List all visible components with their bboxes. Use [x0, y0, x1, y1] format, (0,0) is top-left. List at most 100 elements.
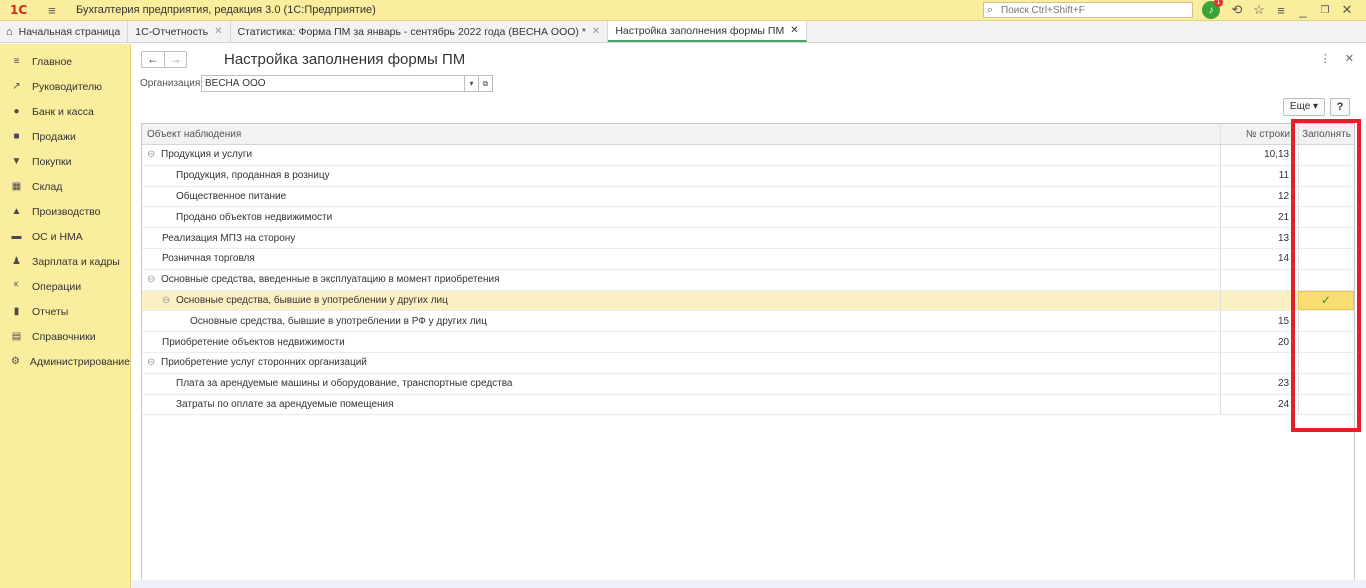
sidebar-item-label: Продажи: [32, 130, 76, 143]
organization-value[interactable]: ВЕСНА ООО: [202, 78, 464, 89]
tab-home[interactable]: ⌂ Начальная страница: [0, 21, 129, 42]
settings-menu-icon[interactable]: ≡: [1270, 3, 1292, 18]
object-cell: ⊖ Основные средства, введенные в эксплуат…: [142, 270, 1220, 290]
tab-pm-fill-settings[interactable]: Настройка заполнения формы ПМ ✕: [608, 21, 807, 42]
object-name: Основные средства, бывшие в употреблении…: [176, 294, 448, 306]
section-icon: ▬: [11, 231, 22, 242]
fill-checkbox-cell[interactable]: [1298, 311, 1354, 332]
table-row[interactable]: Плата за арендуемые машины и оборудовани…: [142, 373, 1354, 395]
table-row[interactable]: ⊖ Основные средства, введенные в эксплуат…: [142, 269, 1354, 291]
table-row[interactable]: Основные средства, бывшие в употреблении…: [142, 311, 1354, 333]
table-row[interactable]: ⊖ Приобретение услуг сторонних организаци…: [142, 352, 1354, 374]
sidebar-item[interactable]: ↗ Руководителю: [0, 74, 130, 99]
sidebar-item[interactable]: ♟ Зарплата и кадры: [0, 249, 130, 274]
sidebar-item[interactable]: ● Банк и касса: [0, 99, 130, 124]
object-cell: ⊖ Приобретение услуг сторонних организаци…: [142, 353, 1220, 373]
sidebar-item-label: ОС и НМА: [32, 230, 83, 243]
section-icon: ●: [13, 106, 20, 117]
tab-bar: ⌂ Начальная страница 1С-Отчетность ✕ Ста…: [0, 21, 1366, 43]
forward-arrow-icon[interactable]: →: [164, 52, 186, 67]
more-button[interactable]: Еще ▾: [1283, 98, 1325, 116]
collapse-toggle-icon[interactable]: ⊖: [162, 295, 171, 306]
table-row[interactable]: Розничная торговля 14: [142, 248, 1354, 270]
more-vertical-icon[interactable]: ⋮: [1320, 52, 1331, 65]
sidebar-item[interactable]: ▲ Производство: [0, 199, 130, 224]
table-row[interactable]: Продукция, проданная в розницу 11: [142, 165, 1354, 187]
fill-checkbox-cell[interactable]: [1298, 165, 1354, 186]
table-row[interactable]: ⊖ Продукция и услуги 10,13: [142, 145, 1354, 166]
fill-checkbox-cell[interactable]: [1298, 228, 1354, 248]
fill-checkbox-cell[interactable]: [1298, 373, 1354, 394]
object-cell: Продано объектов недвижимости: [142, 207, 1220, 227]
close-tab-icon[interactable]: ✕: [592, 26, 600, 37]
close-tab-icon[interactable]: ✕: [214, 26, 222, 37]
fill-checkbox-cell[interactable]: [1298, 186, 1354, 207]
notifications-icon[interactable]: ♪ 1: [1202, 0, 1223, 19]
close-form-icon[interactable]: ✕: [1345, 52, 1354, 65]
search-input[interactable]: [1001, 4, 1181, 16]
minimize-icon[interactable]: _: [1292, 3, 1314, 18]
table-row[interactable]: Продано объектов недвижимости 21: [142, 207, 1354, 229]
collapse-toggle-icon[interactable]: ⊖: [147, 357, 156, 368]
favorites-star-icon[interactable]: ☆: [1248, 2, 1270, 18]
fill-checkbox-cell[interactable]: [1298, 332, 1354, 352]
fill-checkbox-cell[interactable]: [1298, 248, 1354, 269]
fill-checkbox-cell[interactable]: [1298, 207, 1354, 228]
sidebar-item[interactable]: ≡ Главное: [0, 49, 130, 74]
fill-checkbox-cell[interactable]: [1298, 269, 1354, 290]
hamburger-menu-icon[interactable]: ≡: [48, 3, 62, 18]
sidebar-item-label: Справочники: [32, 330, 96, 343]
sidebar-item[interactable]: ▤ Справочники: [0, 324, 130, 349]
table-row[interactable]: Реализация МПЗ на сторону 13: [142, 228, 1354, 249]
object-name: Приобретение объектов недвижимости: [162, 336, 345, 348]
table-row[interactable]: Затраты по оплате за арендуемые помещени…: [142, 394, 1354, 416]
object-cell: Основные средства, бывшие в употреблении…: [142, 311, 1220, 331]
sidebar-item[interactable]: ■ Продажи: [0, 124, 130, 149]
search-icon: ⌕: [987, 3, 994, 16]
history-icon[interactable]: ⟲: [1226, 2, 1248, 18]
fill-checkbox-cell[interactable]: [1298, 352, 1354, 373]
organization-label: Организация:: [140, 78, 204, 89]
restore-window-icon[interactable]: ❐: [1314, 5, 1336, 16]
back-arrow-icon[interactable]: ←: [142, 52, 164, 67]
table-row[interactable]: ⊖ Основные средства, бывшие в употреблени…: [142, 290, 1354, 312]
collapse-toggle-icon[interactable]: ⊖: [147, 149, 156, 160]
sidebar-item[interactable]: ▦ Склад: [0, 174, 130, 199]
tab-1c-reporting[interactable]: 1С-Отчетность ✕: [128, 21, 231, 42]
fill-checkbox-cell[interactable]: ✓: [1298, 290, 1354, 311]
table-row[interactable]: Приобретение объектов недвижимости 20: [142, 332, 1354, 353]
tab-label: Статистика: Форма ПМ за январь - сентябр…: [237, 25, 586, 38]
sidebar-item-label: Отчеты: [32, 305, 69, 318]
tab-statistics-pm[interactable]: Статистика: Форма ПМ за январь - сентябр…: [231, 21, 609, 42]
close-window-icon[interactable]: ✕: [1336, 2, 1358, 18]
sidebar-item[interactable]: ▼ Покупки: [0, 149, 130, 174]
line-number-cell: [1220, 269, 1298, 290]
header-line-number[interactable]: № строки: [1220, 124, 1298, 144]
object-cell: Плата за арендуемые машины и оборудовани…: [142, 374, 1220, 394]
sidebar-item-label: Главное: [32, 55, 73, 68]
sidebar-item[interactable]: ⚙ Администрирование: [0, 349, 130, 374]
header-object[interactable]: Объект наблюдения: [142, 124, 1220, 144]
sidebar-item[interactable]: ▬ ОС и НМА: [0, 224, 130, 249]
sidebar-item[interactable]: ▮ Отчеты: [0, 299, 130, 324]
fill-checkbox-cell[interactable]: [1298, 145, 1354, 165]
close-tab-icon[interactable]: ✕: [790, 25, 798, 36]
collapse-toggle-icon[interactable]: ⊖: [147, 274, 156, 285]
object-cell: Продукция, проданная в розницу: [142, 166, 1220, 186]
line-number-cell: 24: [1220, 394, 1298, 415]
1c-logo: 1С: [10, 3, 28, 17]
global-search[interactable]: ⌕: [983, 2, 1193, 18]
organization-field[interactable]: ВЕСНА ООО ▾ ⧉: [201, 75, 493, 92]
section-icon: ≡: [13, 56, 20, 67]
sidebar-item[interactable]: ᴷ Операции: [0, 274, 130, 299]
tab-label: Настройка заполнения формы ПМ: [615, 24, 785, 37]
object-cell: ⊖ Основные средства, бывшие в употреблени…: [142, 291, 1220, 311]
open-link-icon[interactable]: ⧉: [478, 76, 492, 91]
help-button[interactable]: ?: [1330, 98, 1350, 116]
fill-checkbox-cell[interactable]: [1298, 394, 1354, 415]
table-row[interactable]: Общественное питание 12: [142, 186, 1354, 208]
header-fill[interactable]: Заполнять: [1298, 124, 1354, 144]
object-name: Общественное питание: [176, 190, 287, 202]
checkmark-icon: ✓: [1321, 293, 1332, 308]
dropdown-arrow-icon[interactable]: ▾: [464, 76, 478, 91]
